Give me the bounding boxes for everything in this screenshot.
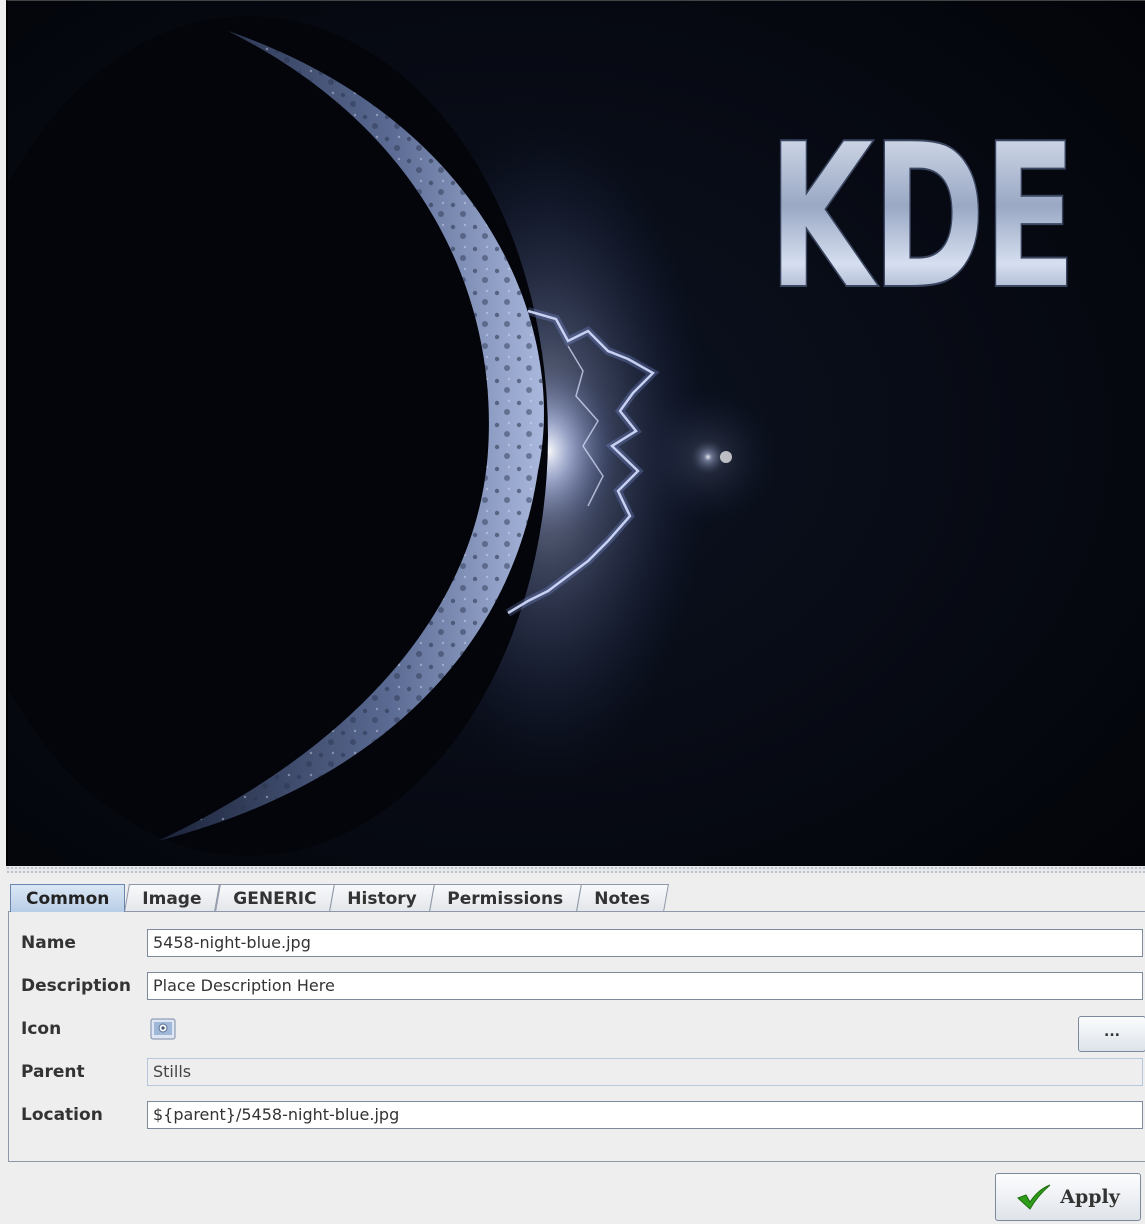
tab-history[interactable]: History [328,884,436,912]
location-label: Location [21,1105,103,1125]
location-field[interactable]: ${parent}/5458-night-blue.jpg [147,1101,1143,1129]
apply-button[interactable]: Apply [995,1173,1141,1221]
apply-label: Apply [1060,1186,1120,1208]
splitter-handle[interactable] [6,866,1145,873]
tab-permissions[interactable]: Permissions [429,884,583,912]
tab-label: Image [142,888,202,909]
properties-panel: Name 5458-night-blue.jpg Description Pla… [8,911,1145,1162]
icon-row: Icon [21,1014,61,1044]
parent-field: Stills [147,1058,1143,1086]
tab-image[interactable]: Image [124,884,221,912]
kde-logo: KDE [768,101,1074,334]
image-preview: KDE [6,0,1145,866]
tab-label: History [347,888,417,909]
location-row: Location [21,1100,103,1130]
tab-label: Notes [594,888,651,909]
parent-label: Parent [21,1062,85,1082]
tab-generic[interactable]: GENERIC [214,884,335,912]
tab-bar: Common Image GENERIC History Permissions… [10,884,669,912]
tab-label: GENERIC [232,888,317,909]
parent-row: Parent [21,1057,85,1087]
name-label: Name [21,933,76,953]
description-row: Description [21,971,131,1001]
wallpaper-image: KDE [8,1,1145,866]
tab-label: Permissions [447,888,564,909]
description-label: Description [21,976,131,996]
name-row: Name [21,928,76,958]
icon-browse-button[interactable]: ... [1078,1016,1145,1052]
icon-label: Icon [21,1019,62,1039]
description-field[interactable]: Place Description Here [147,972,1143,1000]
tab-label: Common [26,888,110,909]
tab-common[interactable]: Common [10,884,126,912]
image-file-icon [150,1016,178,1042]
checkmark-icon [1017,1184,1051,1210]
name-field[interactable]: 5458-night-blue.jpg [147,929,1143,957]
tab-notes[interactable]: Notes [576,884,669,912]
